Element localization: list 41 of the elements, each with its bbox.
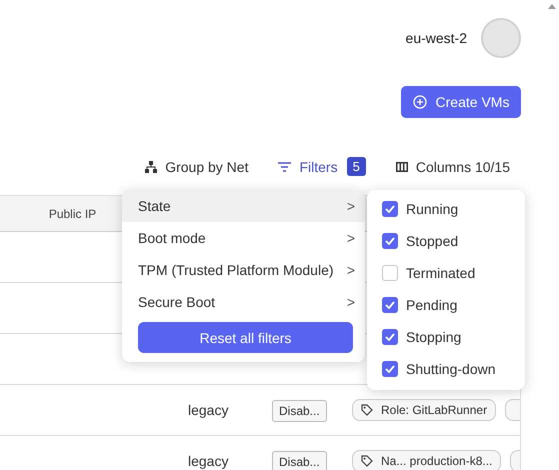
option-label: Stopped xyxy=(406,233,458,249)
checkmark-icon xyxy=(385,237,395,245)
tag-icon xyxy=(361,404,373,416)
checkmark-icon xyxy=(385,365,395,373)
reset-filters-button[interactable]: Reset all filters xyxy=(138,322,353,353)
checkbox[interactable] xyxy=(382,233,398,249)
filters-button[interactable]: Filters 5 xyxy=(278,157,366,176)
option-label: Terminated xyxy=(406,265,476,281)
checkbox[interactable] xyxy=(382,297,398,313)
checkmark-icon xyxy=(385,205,395,213)
scroll-up-icon[interactable] xyxy=(548,4,556,9)
count-badge: 5 xyxy=(346,157,366,176)
hierarchy-icon xyxy=(145,160,158,172)
checkmark-icon xyxy=(385,333,395,341)
option-label: Pending xyxy=(406,297,458,313)
menu-item[interactable]: TPM (Trusted Platform Module) > xyxy=(122,254,365,286)
checkbox[interactable] xyxy=(382,265,398,281)
region-label: eu-west-2 xyxy=(406,30,467,46)
status-chip: Disab... xyxy=(272,400,327,422)
tag-chip[interactable]: Role: GitLabRunner xyxy=(352,399,496,421)
option-label: Running xyxy=(406,201,458,217)
menu-item[interactable]: Boot mode > xyxy=(122,222,365,254)
columns-icon xyxy=(396,162,408,172)
table-cell: legacy xyxy=(188,402,228,418)
menu-item[interactable]: Secure Boot > xyxy=(122,286,365,318)
checkbox[interactable] xyxy=(382,361,398,377)
checkmark-icon xyxy=(385,301,395,309)
table-cell: legacy xyxy=(188,453,228,469)
tag-icon xyxy=(361,455,373,467)
checkbox[interactable] xyxy=(382,201,398,217)
menu-item[interactable]: State > xyxy=(122,190,365,222)
plus-circle-icon xyxy=(412,95,427,109)
group-by-button[interactable]: Group by Net xyxy=(145,158,248,174)
columns-button[interactable]: Columns 10/15 xyxy=(396,158,510,174)
filter-icon xyxy=(278,162,292,172)
checkbox[interactable] xyxy=(382,329,398,345)
tag-chip[interactable]: Na... production-k8... xyxy=(352,450,502,470)
option-label: Shutting-down xyxy=(406,361,496,377)
status-chip: Disab... xyxy=(272,451,327,470)
option-label: Stopping xyxy=(406,329,462,345)
create-vms-button[interactable]: Create VMs xyxy=(401,86,521,118)
